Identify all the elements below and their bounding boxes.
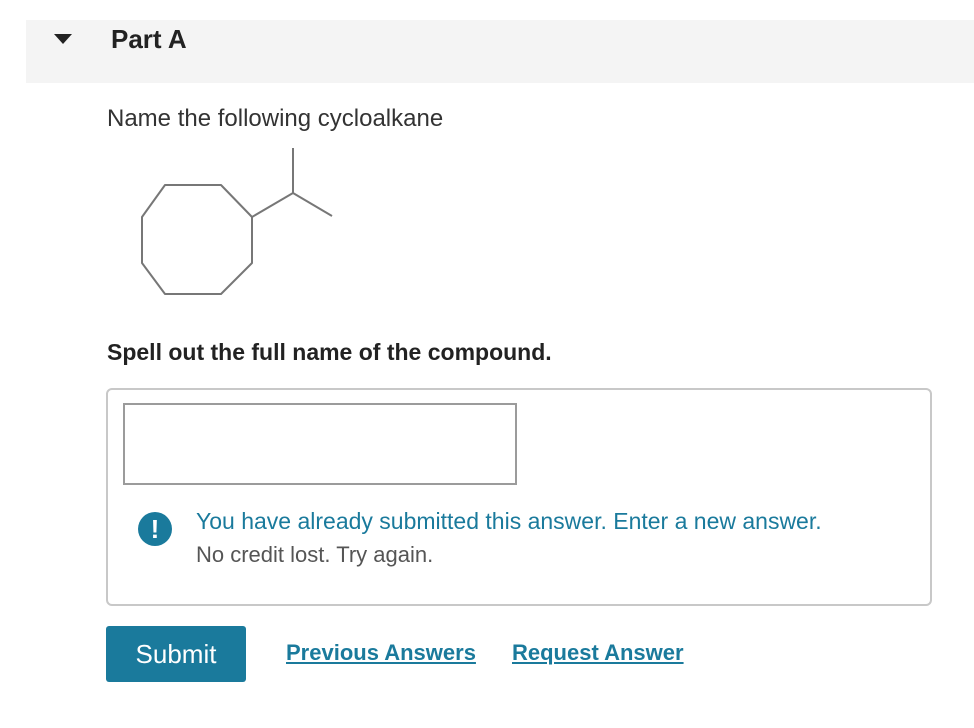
caret-down-icon[interactable] <box>54 34 72 44</box>
request-answer-link[interactable]: Request Answer <box>512 640 684 666</box>
question-prompt: Name the following cycloalkane <box>107 105 444 132</box>
previous-answers-link[interactable]: Previous Answers <box>286 640 476 666</box>
feedback-message: You have already submitted this answer. … <box>196 508 822 534</box>
part-title: Part A <box>111 24 187 54</box>
answer-input[interactable] <box>123 403 517 485</box>
instruction-text: Spell out the full name of the compound. <box>107 339 552 365</box>
methyl-bond-right <box>292 192 333 217</box>
cyclooctane-ring <box>141 184 253 295</box>
feedback-subtext: No credit lost. Try again. <box>196 542 434 567</box>
submit-button[interactable]: Submit <box>106 626 246 682</box>
answer-panel: ! You have already submitted this answer… <box>106 388 932 606</box>
cyclooctane-structure-image <box>141 148 333 295</box>
substituent-bond <box>251 192 294 218</box>
exclamation-icon: ! <box>138 512 172 546</box>
part-header: Part A <box>26 20 974 83</box>
